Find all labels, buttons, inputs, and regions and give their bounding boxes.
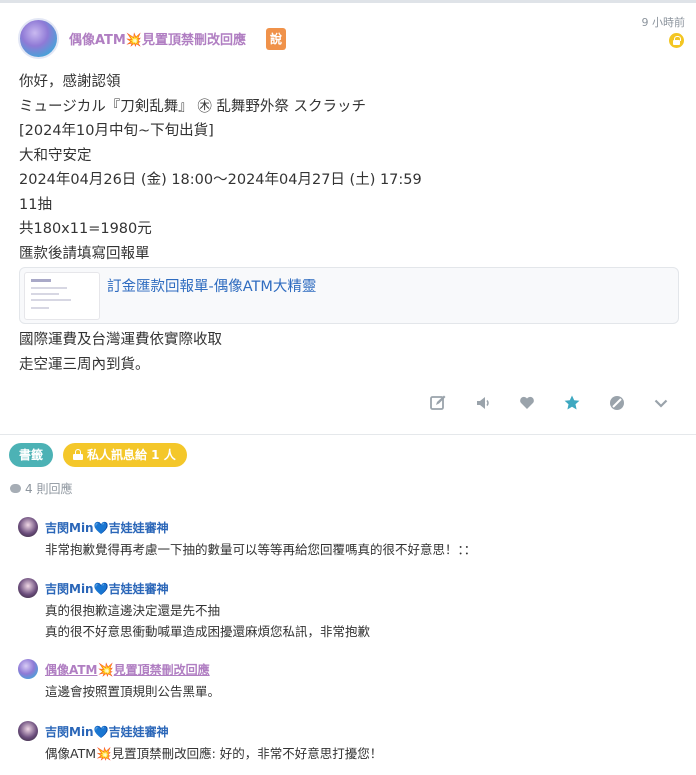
lock-icon (669, 33, 684, 48)
author-name-link[interactable]: 偶像ATM💥見置頂禁刪改回應 (69, 29, 246, 48)
blue-heart-icon: 💙 (93, 521, 109, 535)
private-message-tag[interactable]: 私人訊息給 1 人 (63, 443, 187, 467)
section-divider (0, 434, 696, 435)
comment-bubble-icon (10, 484, 21, 493)
announce-button[interactable] (474, 394, 494, 414)
post-line: [2024年10月中旬~下旬出貨] (19, 123, 214, 139)
reply-avatar[interactable] (18, 517, 38, 537)
link-title[interactable]: 訂金匯款回報單-偶像ATM大精靈 (107, 275, 316, 296)
author-avatar[interactable] (18, 18, 59, 59)
post-content-bottom: 國際運費及台灣運費依實際收取 走空運三周內到貨。 (19, 328, 222, 377)
favorite-button[interactable] (563, 394, 583, 414)
post-line: 你好，感謝認領 (19, 74, 121, 90)
reply-avatar[interactable] (18, 578, 38, 598)
post-line: ミュージカル『刀剣乱舞』 ㊍ 乱舞野外祭 スクラッチ (19, 98, 367, 115)
chevron-down-icon (654, 399, 668, 408)
star-icon (564, 395, 580, 410)
reply-author[interactable]: 偶像ATM💥見置頂禁刪改回應 (45, 661, 210, 678)
edit-icon (430, 395, 446, 410)
lock-icon (73, 449, 83, 460)
bookmark-tag[interactable]: 書籤 (9, 443, 54, 467)
blue-heart-icon: 💙 (93, 725, 109, 739)
reply-avatar[interactable] (18, 721, 38, 741)
announce-icon (477, 397, 489, 409)
reply-author[interactable]: 吉閔Min💙吉娃娃審神 (45, 519, 169, 536)
post-content-top: 你好，感謝認領 ミュージカル『刀剣乱舞』 ㊍ 乱舞野外祭 スクラッチ [2024… (19, 70, 422, 266)
post-line: 匯款後請填寫回報單 (19, 245, 150, 262)
block-icon (610, 396, 624, 410)
author-name[interactable]: 偶像ATM (69, 33, 126, 48)
post-line: 共180x11=1980元 (19, 221, 152, 237)
say-badge: 說 (266, 28, 286, 50)
blue-heart-icon: 💙 (93, 582, 109, 596)
more-button[interactable] (652, 394, 672, 414)
reply-author[interactable]: 吉閔Min💙吉娃娃審神 (45, 580, 169, 597)
post-line: 大和守安定 (19, 147, 92, 164)
author-name-suffix[interactable]: 見置頂禁刪改回應 (142, 33, 246, 48)
reply-count[interactable]: 4 則回應 (10, 480, 72, 497)
post-line: 走空運三周內到貨。 (19, 356, 150, 373)
edit-button[interactable] (429, 394, 449, 414)
reply-text: 真的很抱歉這邊決定還是先不抽 真的很不好意思衝動喊單造成困擾還麻煩您私訊，非常抱歉 (45, 603, 371, 639)
post-timestamp: 9 小時前 (641, 16, 686, 29)
reply-text: 非常抱歉覺得再考慮一下抽的數量可以等等再給您回覆嗎真的很不好意思！：： (45, 542, 477, 557)
burst-icon: 💥 (97, 663, 114, 678)
block-button[interactable] (608, 394, 628, 414)
top-border (0, 0, 696, 3)
reply-avatar[interactable] (18, 659, 38, 679)
private-message-label: 私人訊息給 1 人 (87, 448, 176, 462)
reply-count-label: 4 則回應 (25, 482, 73, 496)
burst-icon: 💥 (125, 33, 143, 48)
reply-text: 偶像ATM💥見置頂禁刪改回應: 好的，非常不好意思打擾您！ (45, 746, 383, 761)
post-line: 國際運費及台灣運費依實際收取 (19, 332, 222, 348)
link-thumbnail (24, 272, 100, 320)
link-preview-card[interactable]: 訂金匯款回報單-偶像ATM大精靈 (19, 267, 679, 324)
like-button[interactable] (518, 394, 538, 414)
post-line: 11抽 (19, 196, 52, 213)
reply-text: 這邊會按照置頂規則公告黑單。 (45, 684, 221, 699)
heart-icon (520, 396, 534, 409)
post-line: 2024年04月26日 (金) 18:00～2024年04月27日 (土) 17… (19, 172, 422, 188)
reply-author[interactable]: 吉閔Min💙吉娃娃審神 (45, 723, 169, 740)
